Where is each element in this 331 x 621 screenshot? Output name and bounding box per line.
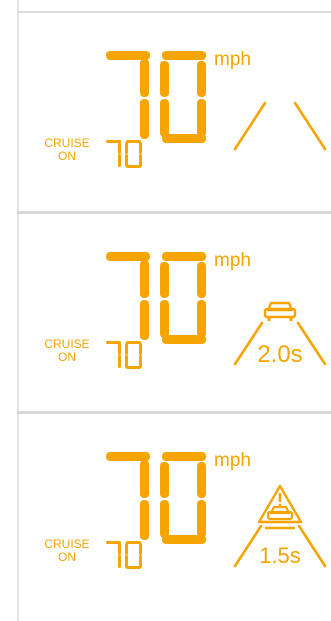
lane-lines-icon — [233, 101, 327, 151]
cruise-state: ON — [58, 350, 76, 365]
collision-warning-icon: 1.5s — [233, 484, 327, 568]
current-speed-digits — [106, 252, 206, 344]
speed-unit-label: mph — [214, 250, 251, 271]
speed-unit-label: mph — [214, 450, 251, 471]
hud-panel-following: mph CRUISE ON 2.0s — [19, 214, 331, 414]
speed-unit-label: mph — [214, 49, 251, 70]
hud-panel-cruise: mph CRUISE ON — [19, 13, 331, 213]
cruise-status: CRUISE ON — [37, 337, 97, 365]
lead-vehicle-icon: 2.0s — [233, 301, 327, 368]
cruise-set-speed-digits — [106, 341, 142, 369]
following-gap-label: 1.5s — [259, 543, 301, 568]
cruise-set-speed-digits — [106, 541, 142, 569]
following-gap-label: 2.0s — [257, 341, 302, 368]
cruise-status: CRUISE ON — [37, 537, 97, 565]
hud-panel-warning: mph CRUISE ON 1.5s — [19, 414, 331, 614]
current-speed-digits — [106, 452, 206, 544]
cruise-state: ON — [58, 550, 76, 565]
cruise-status: CRUISE ON — [37, 136, 97, 164]
cruise-set-speed-digits — [106, 140, 142, 168]
cruise-state: ON — [58, 149, 76, 164]
current-speed-digits — [106, 51, 206, 143]
